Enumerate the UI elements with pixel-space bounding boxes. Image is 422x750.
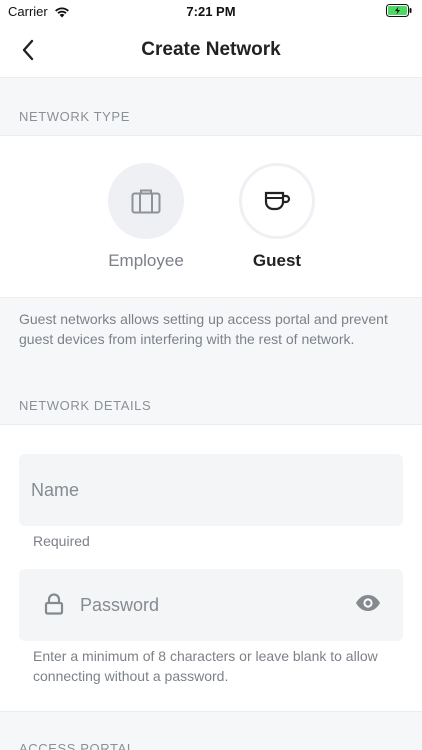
name-placeholder: Name <box>31 480 80 500</box>
network-type-employee[interactable]: Employee <box>106 163 186 271</box>
network-type-card: Employee Guest <box>0 135 422 298</box>
show-password-eye-icon[interactable] <box>355 594 381 617</box>
password-helper-text: Enter a minimum of 8 characters or leave… <box>33 648 378 684</box>
network-details-header: NETWORK DETAILS <box>19 398 152 413</box>
coffee-cup-icon <box>264 191 291 211</box>
password-input[interactable]: Password <box>19 569 403 641</box>
lock-icon <box>44 593 64 620</box>
network-type-description: Guest networks allows setting up access … <box>19 311 388 347</box>
page-title: Create Network <box>141 39 281 60</box>
access-portal-header: ACCESS PORTAL <box>19 741 135 750</box>
name-input[interactable]: Name <box>19 454 403 526</box>
employee-icon-circle <box>108 163 184 239</box>
navigation-bar: Create Network <box>0 22 422 78</box>
network-details-card: Name Required Password Enter a minimum o… <box>0 424 422 712</box>
name-helper-text: Required <box>33 533 90 549</box>
status-bar: Carrier 7:21 PM <box>0 0 422 22</box>
password-placeholder: Password <box>80 595 160 615</box>
guest-label: Guest <box>252 251 302 270</box>
battery-icon <box>386 4 412 20</box>
status-time: 7:21 PM <box>186 4 236 19</box>
network-type-header: NETWORK TYPE <box>19 109 130 124</box>
network-type-guest[interactable]: Guest <box>237 163 317 271</box>
briefcase-icon <box>131 189 161 214</box>
guest-icon-circle <box>239 163 315 239</box>
employee-label: Employee <box>108 251 184 270</box>
